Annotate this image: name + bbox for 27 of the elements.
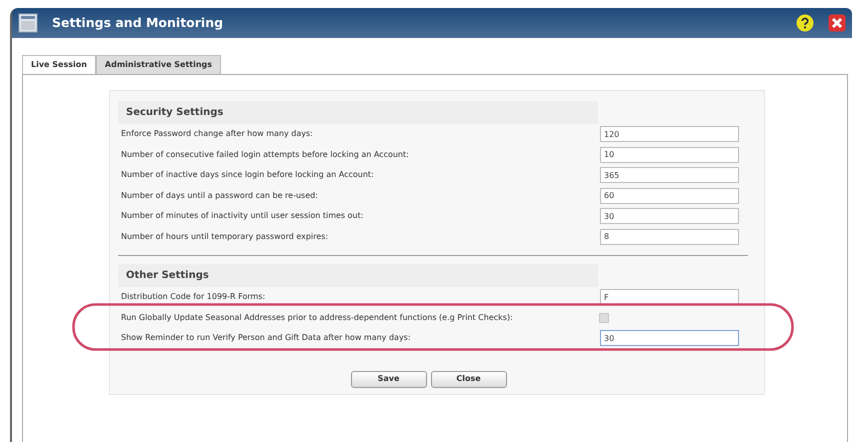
input-field[interactable]: 8 — [600, 228, 739, 245]
field-label: Number of consecutive failed login attempts before locking an Account: — [121, 148, 409, 161]
field-label: Number of hours until temporary password expires: — [121, 230, 328, 243]
help-icon[interactable] — [796, 14, 814, 32]
field-label: Show Reminder to run Verify Person and Gift Data after how many days: — [121, 332, 411, 344]
input-field[interactable]: 365 — [600, 167, 739, 184]
tab[interactable]: Administrative Settings — [96, 55, 222, 74]
field-label: Enforce Password change after how many days: — [121, 128, 313, 140]
input-field[interactable]: 10 — [600, 146, 739, 163]
field-label: Number of minutes of inactivity until user session times out: — [121, 210, 364, 222]
input-field[interactable]: 30 — [600, 330, 739, 346]
close-icon[interactable] — [828, 14, 846, 32]
dialog-button[interactable]: Close — [430, 370, 506, 388]
section-header: Other Settings — [118, 264, 598, 287]
field-label: Number of inactive days since login before locking an Account: — [121, 169, 374, 182]
dialog-button[interactable]: Save — [350, 370, 426, 388]
section-header: Security Settings — [118, 101, 598, 124]
field-label: Distribution Code for 1099-R Forms: — [121, 291, 266, 304]
tab[interactable]: Live Session — [22, 55, 96, 74]
field-label: Number of days until a password can be re-used: — [121, 190, 318, 202]
window-icon — [18, 13, 38, 33]
input-field[interactable]: F — [600, 289, 739, 306]
input-field[interactable]: 30 — [600, 208, 739, 224]
input-field[interactable]: 120 — [600, 126, 739, 142]
field-label: Run Globally Update Seasonal Addresses prior to address-dependent functions (e.g Print Checks): — [121, 312, 513, 324]
input-field[interactable]: 60 — [600, 188, 739, 204]
window-title: Settings and Monitoring — [52, 14, 224, 32]
